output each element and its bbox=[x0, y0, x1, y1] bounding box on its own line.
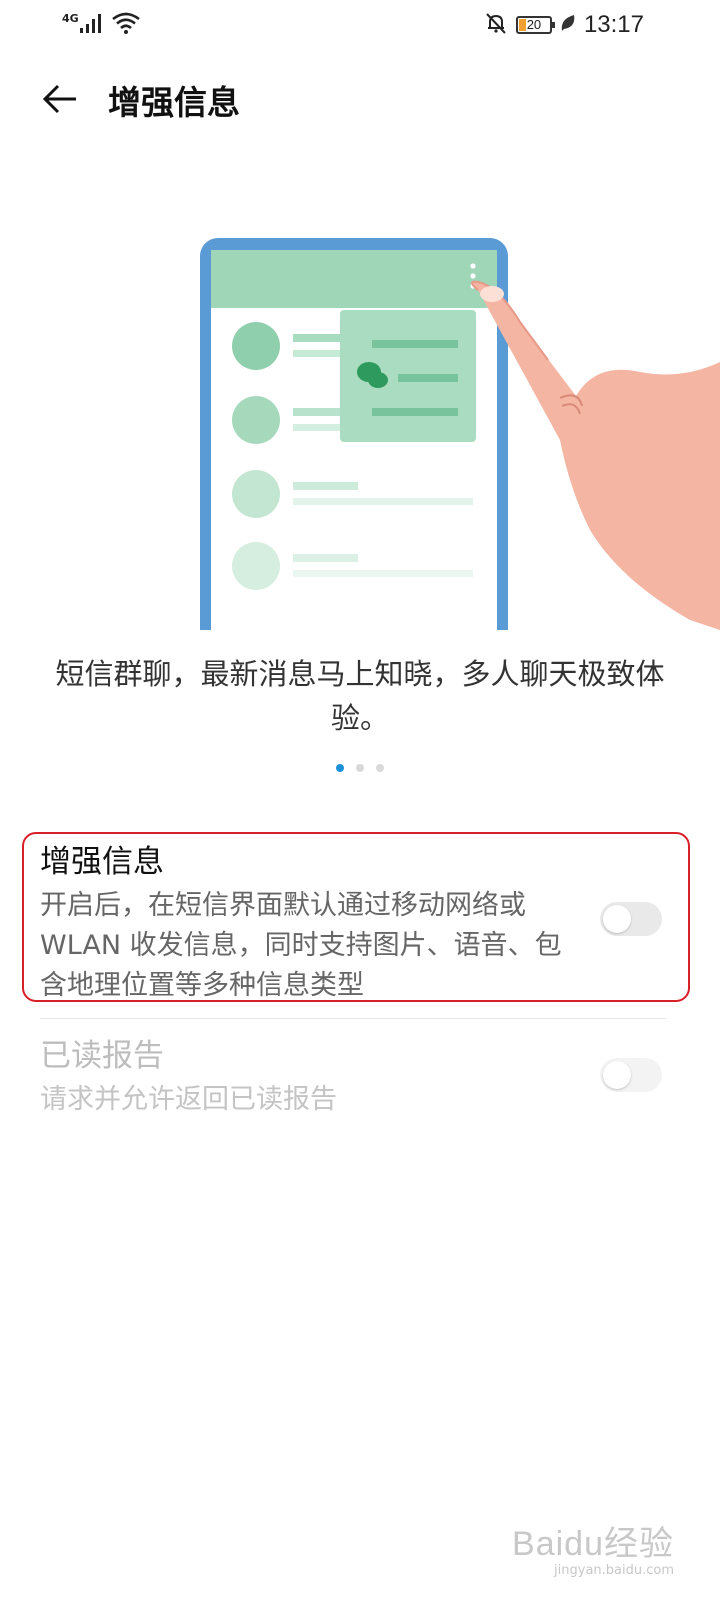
battery-icon: 20 bbox=[515, 16, 555, 34]
setting-enhanced-messaging[interactable]: 增强信息 开启后，在短信界面默认通过移动网络或 WLAN 收发信息，同时支持图片… bbox=[40, 842, 680, 1006]
page-dot-1[interactable] bbox=[336, 764, 344, 772]
leaf-icon bbox=[560, 13, 576, 37]
setting-description: 开启后，在短信界面默认通过移动网络或 WLAN 收发信息，同时支持图片、语音、包… bbox=[40, 890, 562, 1001]
page-indicator[interactable] bbox=[0, 764, 720, 772]
read-receipts-toggle[interactable] bbox=[600, 1058, 662, 1092]
watermark-logo: Baidu经验 bbox=[512, 1525, 674, 1563]
clock: 13:17 bbox=[583, 11, 644, 38]
page-title: 增强信息 bbox=[108, 83, 240, 122]
feature-illustration bbox=[0, 210, 720, 658]
status-left: 4G bbox=[62, 10, 141, 40]
divider bbox=[40, 1018, 666, 1019]
setting-read-receipts[interactable]: 已读报告 请求并允许返回已读报告 bbox=[40, 1036, 680, 1120]
toggle-knob bbox=[603, 905, 631, 933]
arrow-left-icon bbox=[42, 84, 76, 114]
setting-title: 已读报告 bbox=[40, 1038, 164, 1074]
battery-level: 20 bbox=[526, 17, 542, 32]
wifi-icon bbox=[111, 11, 141, 39]
signal-icon bbox=[79, 12, 103, 38]
toggle-knob bbox=[603, 1061, 631, 1089]
mute-bell-icon bbox=[484, 11, 508, 39]
watermark-url: jingyan.baidu.com bbox=[554, 1563, 674, 1578]
page-dot-3[interactable] bbox=[376, 764, 384, 772]
page-dot-2[interactable] bbox=[356, 764, 364, 772]
setting-description: 请求并允许返回已读报告 bbox=[40, 1084, 337, 1115]
setting-title: 增强信息 bbox=[40, 844, 164, 880]
status-right: 20 13:17 bbox=[484, 10, 644, 40]
intro-caption: 短信群聊，最新消息马上知晓，多人聊天极致体验。 bbox=[55, 657, 665, 735]
app-header: 增强信息 bbox=[0, 62, 720, 142]
baidu-watermark: Baidu经验 jingyan.baidu.com bbox=[512, 1516, 674, 1578]
network-type: 4G bbox=[62, 11, 79, 25]
enhanced-messaging-toggle[interactable] bbox=[600, 902, 662, 936]
back-button[interactable] bbox=[40, 78, 82, 120]
status-bar: 4G 20 13:17 bbox=[0, 0, 720, 52]
